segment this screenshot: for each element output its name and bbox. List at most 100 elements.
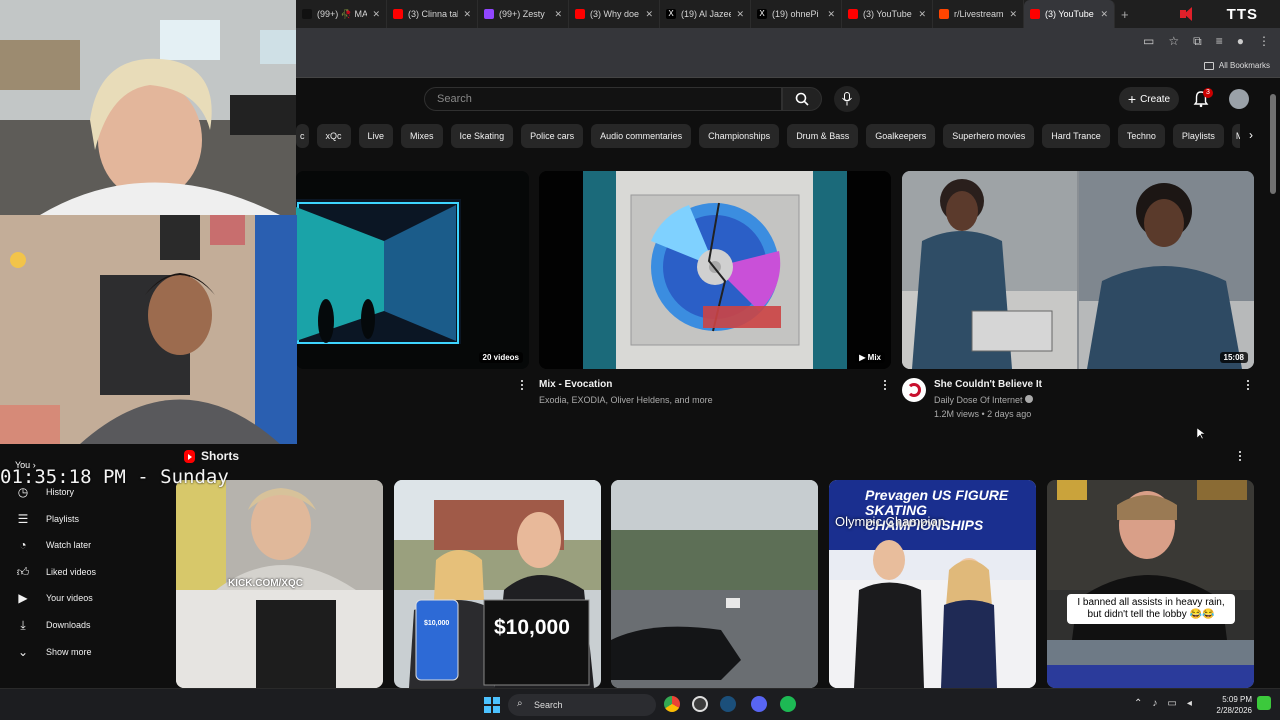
short-thumbnail[interactable]: $10,000 $10,000 (394, 480, 601, 688)
sidebar-item-like[interactable]: 👍︎ Liked videos (16, 562, 96, 582)
mix-badge: ▶ Mix (855, 352, 885, 363)
video-title[interactable]: Mix - Evocation (539, 379, 612, 390)
chevron-right-icon[interactable]: › (1243, 128, 1259, 144)
filter-chip[interactable]: Goalkeepers (866, 124, 936, 148)
cast-icon[interactable]: ▭ (1143, 34, 1154, 49)
tab-title: r/Livestream (954, 9, 1004, 19)
address-bar[interactable]: ▭ ☆ ⧉ ≡ ● ⋮ (296, 28, 1280, 56)
short-thumbnail[interactable]: KICK.COM/XQC (176, 480, 383, 688)
you-label: You (15, 460, 31, 470)
filter-chip[interactable]: M (1231, 124, 1240, 148)
short-thumbnail[interactable]: Prevagen US FIGURE SKATING CHAMPIONSHIPS… (829, 480, 1036, 688)
extensions-icon[interactable]: ⧉ (1193, 34, 1202, 49)
filter-chip[interactable]: Audio commentaries (591, 124, 692, 148)
steam-icon[interactable] (720, 696, 736, 712)
video-menu-button[interactable] (1246, 380, 1250, 392)
folder-icon (1203, 61, 1214, 70)
short-thumbnail[interactable]: I banned all assists in heavy rain, but … (1047, 480, 1254, 688)
filter-chip[interactable]: Drum & Bass (787, 124, 859, 148)
menu-kebab-icon[interactable]: ⋮ (1258, 34, 1270, 49)
video-channel[interactable]: Exodia, EXODIA, Oliver Heldens, and more (539, 395, 713, 405)
create-button[interactable]: + Create (1119, 87, 1179, 111)
chrome-icon[interactable] (664, 696, 680, 712)
filter-chip[interactable]: Hard Trance (1042, 124, 1110, 148)
filter-chip[interactable]: Police cars (521, 124, 584, 148)
channel-name: Daily Dose Of Internet (934, 395, 1023, 405)
video-thumbnail[interactable]: 20 videos (296, 171, 529, 369)
close-tab-icon[interactable]: ✕ (554, 9, 562, 20)
close-tab-icon[interactable]: ✕ (918, 9, 926, 20)
filter-chip[interactable]: Techno (1117, 124, 1165, 148)
close-tab-icon[interactable]: ✕ (372, 9, 380, 20)
close-tab-icon[interactable]: ✕ (1009, 9, 1017, 20)
filter-chip[interactable]: Ice Skating (450, 124, 514, 148)
filter-chip[interactable]: xQc (316, 124, 351, 148)
sidebar-item-chevron-down[interactable]: ⌄ Show more (16, 642, 92, 662)
sidebar-item-your-videos[interactable]: ▶ Your videos (16, 588, 92, 608)
filter-chip[interactable]: Live (358, 124, 394, 148)
browser-tab[interactable]: X (19) Al Jazee ✕ (660, 0, 751, 28)
sidebar-item-history[interactable]: ◷ History (16, 482, 74, 502)
browser-tab[interactable]: (3) YouTube ✕ (842, 0, 933, 28)
sidebar-item-download[interactable]: ⤓ Downloads (16, 615, 91, 635)
mix-badge-label: Mix (867, 353, 881, 362)
browser-tab[interactable]: X (19) ohnePi ✕ (751, 0, 842, 28)
bookmark-star-icon[interactable]: ☆ (1168, 34, 1179, 49)
filter-chip[interactable]: Mixes (401, 124, 443, 148)
taskbar-clock[interactable]: 5:09 PM 2/28/2026 (1206, 694, 1252, 716)
close-tab-icon[interactable]: ✕ (827, 9, 835, 20)
browser-tab[interactable]: (3) Clinna tal ✕ (387, 0, 478, 28)
volume-icon[interactable]: ◂ (1187, 698, 1192, 709)
close-tab-icon[interactable]: ✕ (736, 9, 744, 20)
microphone-icon[interactable]: ♪ (1152, 698, 1157, 709)
new-tab-button[interactable]: + (1115, 7, 1135, 22)
sidebar-item-label: Downloads (46, 620, 91, 630)
spotify-icon[interactable] (780, 696, 796, 712)
profile-icon[interactable]: ● (1237, 34, 1244, 49)
video-thumbnail[interactable]: ▶ Mix (539, 171, 891, 369)
all-bookmarks-button[interactable]: All Bookmarks (1203, 61, 1270, 70)
you-section-label[interactable]: You › (15, 460, 36, 470)
taskbar-search[interactable]: ⌕ Search (508, 694, 656, 716)
sidebar-item-watch-later[interactable]: ◔ Watch later (16, 535, 91, 555)
filter-chip[interactable]: c (296, 124, 309, 148)
obs-icon[interactable] (692, 696, 708, 712)
close-tab-icon[interactable]: ✕ (463, 9, 471, 20)
search-button[interactable] (782, 87, 822, 111)
account-avatar[interactable] (1229, 89, 1249, 109)
page-scrollbar[interactable] (1270, 84, 1276, 684)
close-tab-icon[interactable]: ✕ (1100, 9, 1108, 20)
video-thumbnail[interactable]: 15:08 (902, 171, 1254, 369)
network-icon[interactable]: ▭ (1167, 698, 1176, 709)
shorts-menu-button[interactable] (1238, 451, 1242, 463)
video-menu-button[interactable] (520, 380, 524, 392)
filter-chip[interactable]: Playlists (1172, 124, 1224, 148)
browser-tab[interactable]: r/Livestream ✕ (933, 0, 1024, 28)
scrollbar-thumb[interactable] (1270, 94, 1276, 194)
filter-chip[interactable]: Championships (699, 124, 780, 148)
voice-search-button[interactable] (834, 86, 860, 112)
like-icon: 👍︎ (16, 564, 30, 579)
search-input[interactable]: Search (424, 87, 782, 111)
browser-tab[interactable]: (99+) 🥀 MA ✕ (296, 0, 387, 28)
channel-avatar[interactable] (902, 378, 926, 402)
notification-center-icon[interactable] (1257, 696, 1271, 710)
browser-tab[interactable]: (3) Why doe ✕ (569, 0, 660, 28)
browser-tab[interactable]: (3) YouTube ✕ (1024, 0, 1115, 28)
media-controls-icon[interactable]: ≡ (1216, 34, 1223, 49)
muted-speaker-icon[interactable] (1180, 7, 1198, 21)
short-thumbnail[interactable] (611, 480, 818, 688)
video-channel[interactable]: Daily Dose Of Internet (934, 395, 1034, 405)
sidebar-item-playlists[interactable]: ☰ Playlists (16, 509, 79, 529)
download-icon: ⤓ (20, 617, 26, 632)
address-bar-icons: ▭ ☆ ⧉ ≡ ● ⋮ (1143, 34, 1270, 49)
video-menu-button[interactable] (883, 380, 887, 392)
browser-tab[interactable]: (99+) Zesty ✕ (478, 0, 569, 28)
chevron-up-icon[interactable]: ⌃ (1134, 698, 1142, 709)
tray-icons: ⌃ ♪ ▭ ◂ (1134, 698, 1192, 709)
discord-icon[interactable] (751, 696, 767, 712)
filter-chip[interactable]: Superhero movies (943, 124, 1035, 148)
video-title[interactable]: She Couldn't Believe It (934, 379, 1042, 390)
close-tab-icon[interactable]: ✕ (645, 9, 653, 20)
windows-start-icon[interactable] (484, 697, 500, 713)
